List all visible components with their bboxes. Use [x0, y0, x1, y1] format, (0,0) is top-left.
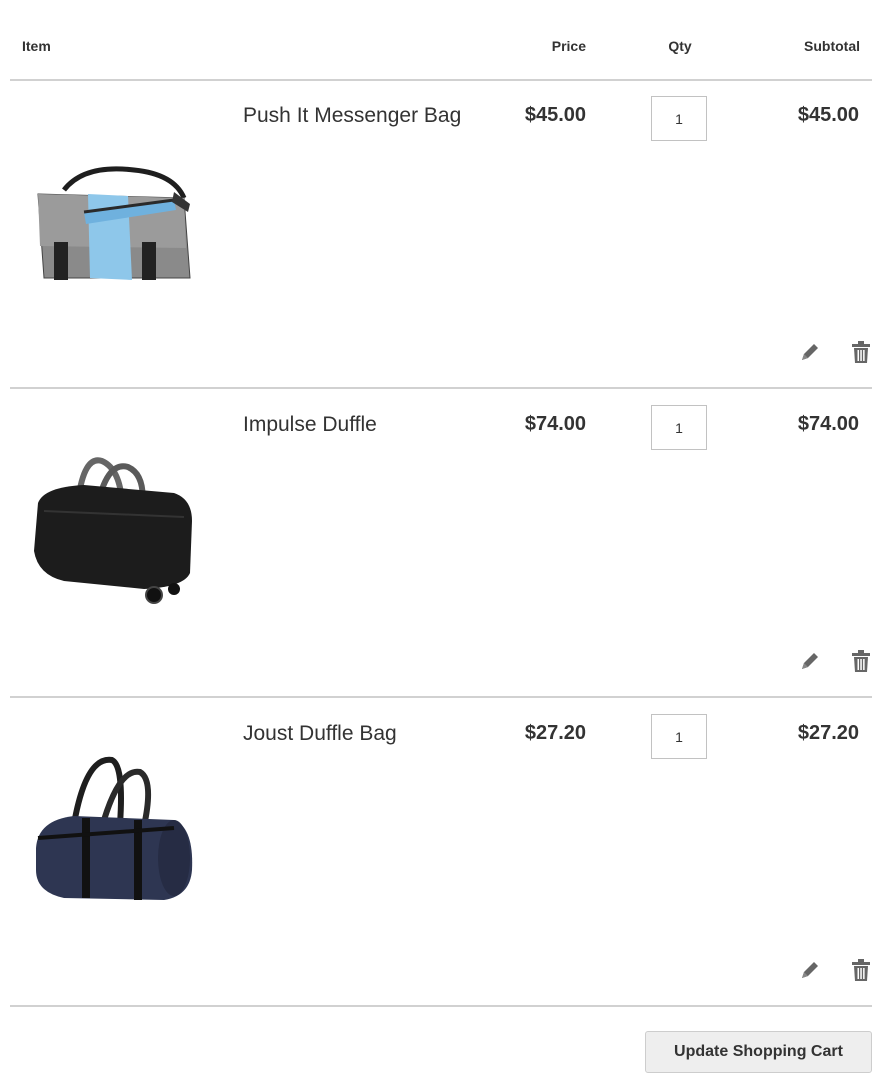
shopping-cart-table: Item Price Qty Subtotal Push It Messenge… [0, 0, 874, 1073]
product-price: $45.00 [524, 104, 586, 126]
column-header-subtotal: Subtotal [804, 38, 860, 54]
column-header-qty: Qty [668, 38, 692, 54]
navy-duffle-bag-image [36, 756, 193, 900]
qty-input[interactable] [651, 714, 707, 759]
column-header-item: Item [22, 38, 51, 54]
product-name[interactable]: Joust Duffle Bag [243, 722, 397, 746]
product-image-joust-duffle[interactable] [24, 720, 196, 932]
duffle-bag-image [34, 457, 192, 604]
qty-input[interactable] [651, 405, 707, 450]
trash-icon[interactable] [850, 649, 872, 673]
row-subtotal: $27.20 [797, 722, 859, 744]
pencil-icon[interactable] [798, 958, 822, 982]
product-name[interactable]: Impulse Duffle [243, 413, 377, 437]
cart-item-row: Push It Messenger Bag $45.00 $45.00 [0, 80, 874, 388]
pencil-icon[interactable] [798, 649, 822, 673]
cart-item-row: Joust Duffle Bag $27.20 $27.20 [0, 698, 874, 1006]
product-price: $27.20 [524, 722, 586, 744]
column-header-price: Price [551, 38, 586, 54]
pencil-icon[interactable] [798, 340, 822, 364]
row-subtotal: $74.00 [797, 413, 859, 435]
product-image-messenger-bag[interactable] [24, 102, 196, 314]
trash-icon[interactable] [850, 958, 872, 982]
footer-divider [10, 1005, 872, 1007]
product-image-impulse-duffle[interactable] [24, 411, 196, 623]
qty-input[interactable] [651, 96, 707, 141]
update-shopping-cart-button[interactable]: Update Shopping Cart [645, 1031, 872, 1073]
trash-icon[interactable] [850, 340, 872, 364]
messenger-bag-image [37, 166, 191, 280]
row-subtotal: $45.00 [797, 104, 859, 126]
product-name[interactable]: Push It Messenger Bag [243, 104, 461, 128]
cart-item-row: Impulse Duffle $74.00 $74.00 [0, 389, 874, 697]
product-price: $74.00 [524, 413, 586, 435]
